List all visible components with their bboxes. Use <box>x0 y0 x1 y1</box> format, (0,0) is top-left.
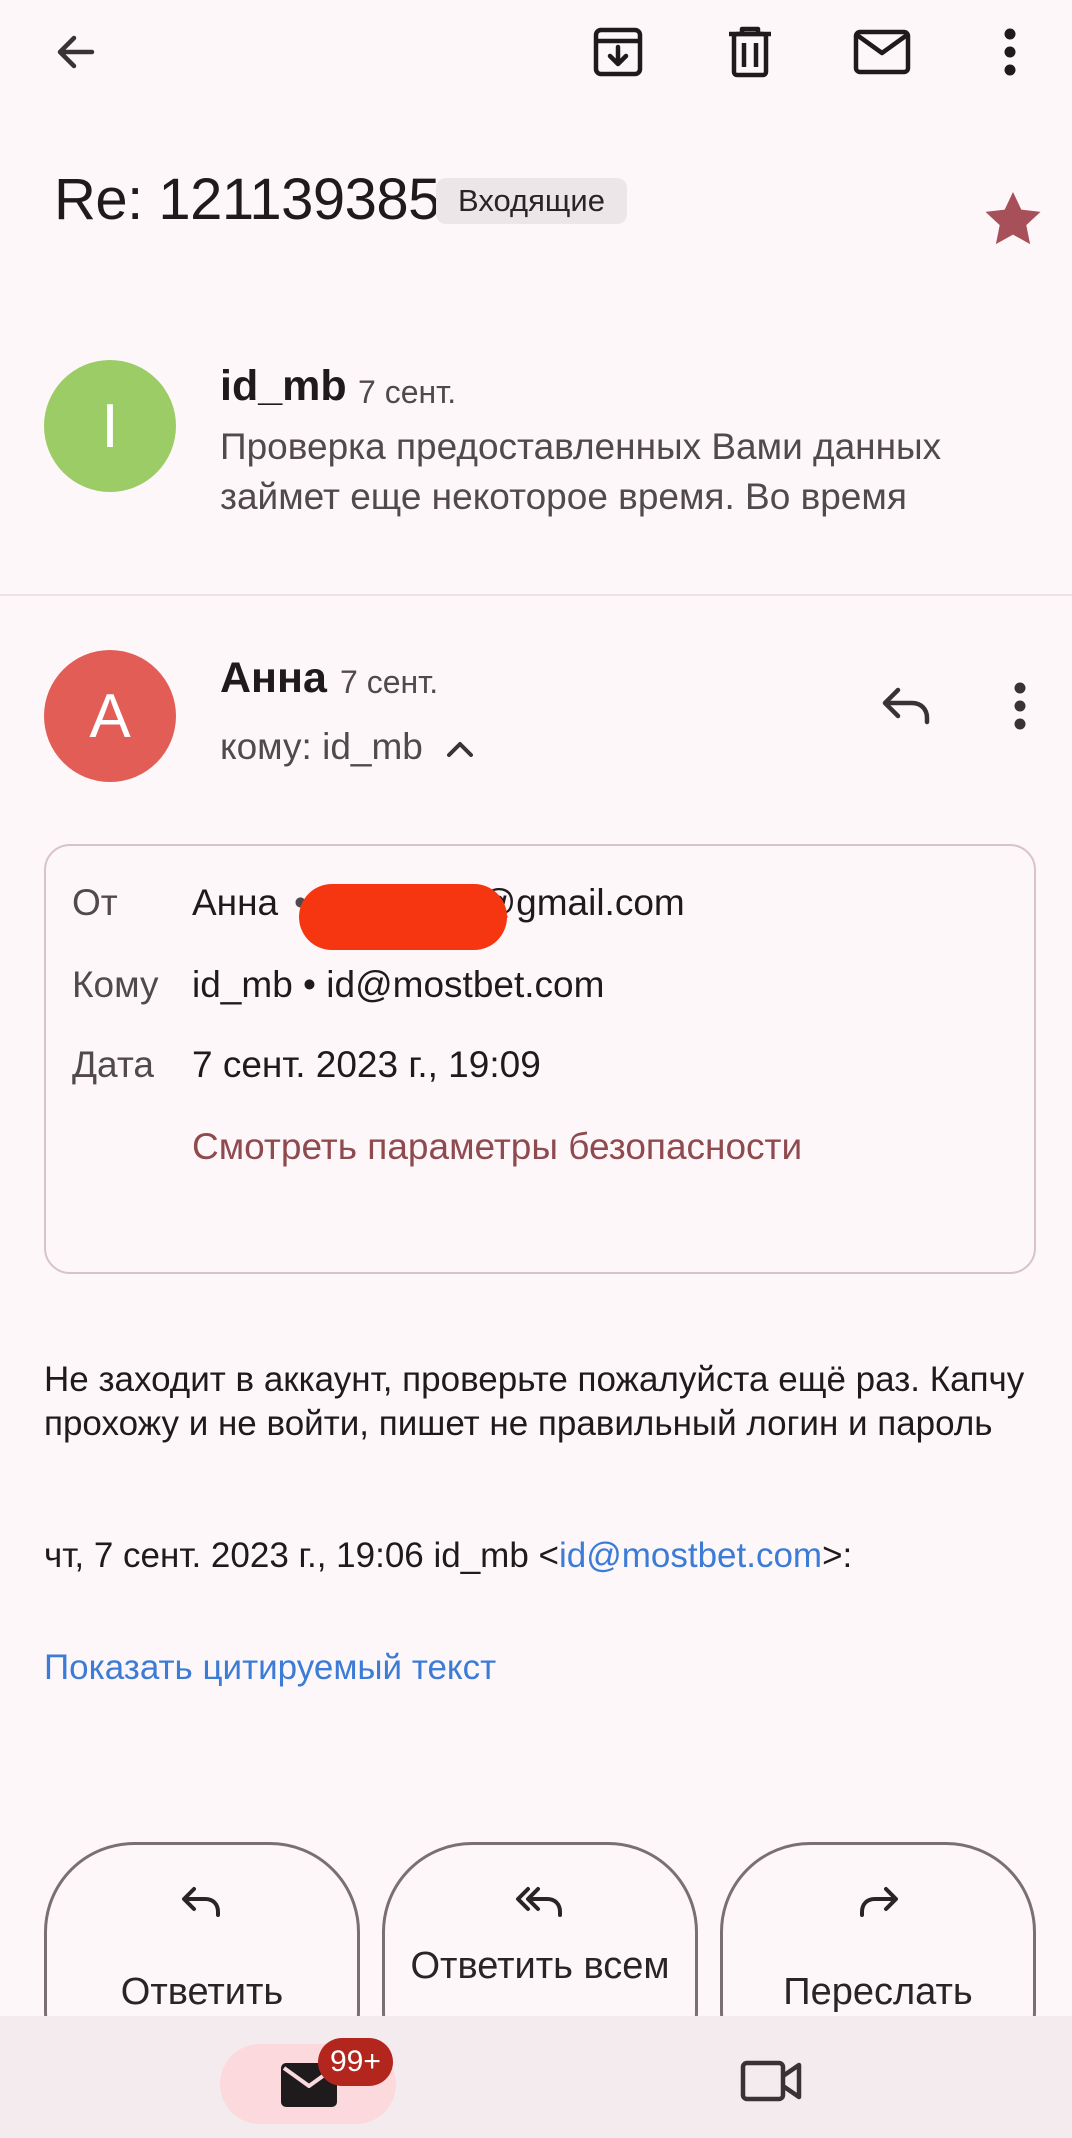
envelope-icon <box>853 29 911 75</box>
forward-icon <box>856 1885 900 1919</box>
video-camera-icon <box>740 2056 804 2106</box>
top-app-bar <box>0 0 1072 100</box>
avatar: А <box>44 650 176 782</box>
message-snippet: Проверка предоставленных Вами данных зай… <box>220 426 942 517</box>
archive-button[interactable] <box>582 16 654 88</box>
from-label: От <box>72 882 118 923</box>
from-name: Анна <box>192 882 279 923</box>
thread-subject: Re: 121139385 <box>54 167 440 232</box>
label-badge[interactable]: Входящие <box>436 178 627 224</box>
delete-button[interactable] <box>714 16 786 88</box>
redaction-mark <box>299 884 507 950</box>
reply-all-icon <box>514 1885 566 1919</box>
divider <box>0 594 1072 596</box>
quote-email-link[interactable]: id@mostbet.com <box>559 1536 822 1575</box>
reply-icon <box>180 1885 224 1919</box>
more-vertical-icon <box>1003 28 1017 76</box>
date-label: Дата <box>72 1044 154 1085</box>
quote-prefix: чт, 7 сент. 2023 г., 19:06 id_mb < <box>44 1536 559 1575</box>
message-body: Не заходит в аккаунт, проверьте пожалуйс… <box>44 1360 1025 1443</box>
to-value[interactable]: id_mb • id@mostbet.com <box>192 964 604 1006</box>
arrow-left-icon <box>52 28 100 76</box>
message-date: 7 сент. <box>358 374 457 410</box>
back-button[interactable] <box>40 16 112 88</box>
message-more-button[interactable] <box>980 672 1060 740</box>
recipient-text: кому: id_mb <box>220 726 423 767</box>
nav-meet-tab[interactable] <box>740 2056 804 2106</box>
archive-icon <box>591 25 645 79</box>
security-details-link[interactable]: Смотреть параметры безопасности <box>192 1126 802 1168</box>
sender-name: Анна <box>220 654 327 702</box>
more-options-button[interactable] <box>974 16 1046 88</box>
unread-count-badge: 99+ <box>318 2038 393 2086</box>
chevron-up-icon <box>445 739 475 759</box>
show-quoted-text-link[interactable]: Показать цитируемый текст <box>44 1648 496 1688</box>
more-vertical-icon <box>1013 682 1027 730</box>
reply-button[interactable] <box>866 672 946 740</box>
avatar: I <box>44 360 176 492</box>
date-value: 7 сент. 2023 г., 19:09 <box>192 1044 541 1085</box>
bottom-navigation <box>0 2016 1072 2138</box>
trash-icon <box>725 25 775 79</box>
forward-label: Переслать <box>783 1971 973 2013</box>
quote-header: чт, 7 сент. 2023 г., 19:06 id_mb <id@mos… <box>44 1536 852 1576</box>
message-date: 7 сент. <box>340 664 439 700</box>
to-label: Кому <box>72 964 159 1005</box>
reply-all-label: Ответить всем <box>410 1945 670 1987</box>
mark-unread-button[interactable] <box>846 16 918 88</box>
reply-label: Ответить <box>120 1971 284 2013</box>
star-icon <box>984 190 1042 246</box>
reply-icon <box>880 686 932 726</box>
quote-suffix: >: <box>822 1536 853 1575</box>
sender-name: id_mb <box>220 362 347 410</box>
recipient-line[interactable]: кому: id_mb <box>220 726 475 768</box>
star-button[interactable] <box>984 190 1042 246</box>
